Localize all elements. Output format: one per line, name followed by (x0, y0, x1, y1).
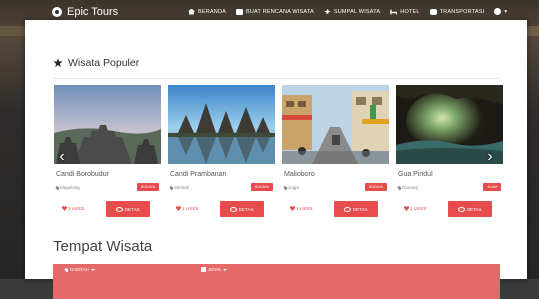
location-text: Jogja (288, 185, 299, 190)
card-location: Magelang (55, 185, 80, 190)
nav-label: BERANDA (198, 8, 226, 15)
category-badge: ALAM (483, 183, 501, 191)
filter-daerah[interactable]: DAERAH (64, 267, 95, 272)
detail-button[interactable]: DETAIL (220, 201, 264, 217)
bed-icon (390, 9, 398, 15)
card-image[interactable] (54, 85, 161, 164)
nav-label: SUMPAL WISATA (333, 8, 381, 15)
like-button[interactable]: 1 LIKES (290, 206, 313, 211)
heart-icon (404, 206, 409, 211)
like-button[interactable]: 1 LIKES (176, 206, 199, 211)
like-count: 1 LIKES (410, 206, 427, 211)
eye-icon (229, 206, 237, 212)
card-location: Gunung (397, 185, 419, 190)
detail-label: DETAIL (238, 206, 255, 212)
eye-icon (115, 206, 123, 212)
nav-item-user[interactable]: ▾ (494, 8, 507, 15)
card-image[interactable] (168, 85, 275, 164)
location-text: Sleman (174, 185, 190, 190)
places-title: Tempat Wisata (53, 238, 153, 255)
eye-icon (343, 206, 351, 212)
detail-button[interactable]: DETAIL (106, 201, 150, 217)
card-location: Jogja (283, 185, 299, 190)
main-panel: Wisata Populer Candi Borobudur Magelang … (25, 20, 527, 299)
category-badge: BUDAYA (365, 183, 387, 191)
filter-label: DAERAH (70, 267, 89, 272)
nav-label: ▾ (504, 8, 508, 15)
home-icon (188, 8, 195, 15)
heart-icon (176, 206, 181, 211)
card-location: Sleman (169, 185, 190, 190)
popular-title: Wisata Populer (68, 57, 140, 69)
nav-menu: BERANDA BUAT RENCANA WISATA SUMPAL WISAT… (188, 8, 507, 15)
eye-icon (457, 206, 465, 212)
detail-button[interactable]: DETAIL (448, 201, 492, 217)
like-button[interactable]: 3 LIKES (62, 206, 85, 211)
like-button[interactable]: 1 LIKES (404, 206, 427, 211)
location-text: Magelang (60, 185, 80, 190)
brand-icon (52, 7, 62, 17)
filter-label: JENIS (208, 267, 221, 272)
nav-item-beranda[interactable]: BERANDA (188, 8, 226, 15)
nav-label: HOTEL (400, 8, 420, 15)
carousel-next-arrow[interactable]: › (485, 148, 495, 166)
plan-icon (236, 8, 243, 15)
detail-label: DETAIL (124, 206, 141, 212)
category-badge: BUDAYA (251, 183, 273, 191)
filter-bar: DAERAH JENIS (53, 264, 500, 299)
detail-label: DETAIL (466, 206, 483, 212)
detail-button[interactable]: DETAIL (334, 201, 378, 217)
star-icon (53, 58, 63, 68)
heart-icon (290, 206, 295, 211)
detail-label: DETAIL (352, 206, 369, 212)
caret-down-icon (222, 268, 227, 271)
location-text: Gunung (402, 185, 419, 190)
heart-icon (62, 206, 67, 211)
filter-jenis[interactable]: JENIS (201, 267, 227, 272)
nav-label: BUAT RENCANA WISATA (246, 8, 314, 15)
nav-item-rencana[interactable]: BUAT RENCANA WISATA (236, 8, 314, 15)
card-name: Candi Borobudur (56, 171, 109, 178)
user-icon (494, 8, 502, 15)
plane-icon (323, 8, 331, 15)
like-count: 3 LIKES (68, 206, 85, 211)
nav-item-transportasi[interactable]: TRANSPORTASI (429, 8, 485, 15)
card-name: Candi Prambanan (170, 171, 227, 178)
nav-item-hotel[interactable]: HOTEL (390, 8, 419, 15)
nav-item-wisata[interactable]: SUMPAL WISATA (323, 8, 381, 15)
card-name: Malioboro (284, 171, 315, 178)
card-prambanan: Candi Prambanan Sleman BUDAYA 1 LIKES DE… (168, 85, 275, 232)
card-malioboro: Malioboro Jogja BUDAYA 1 LIKES DETAIL (282, 85, 389, 232)
like-count: 1 LIKES (296, 206, 313, 211)
brand-logo[interactable]: Epic Tours (52, 6, 118, 18)
divider (53, 78, 500, 79)
caret-down-icon (90, 268, 95, 271)
card-image[interactable] (282, 85, 389, 164)
grid-icon (201, 267, 206, 272)
location-pin-icon (64, 267, 69, 272)
bus-icon (429, 8, 437, 15)
popular-heading: Wisata Populer (53, 57, 139, 69)
card-name: Gua Pindul (398, 171, 433, 178)
card-borobudur: Candi Borobudur Magelang BUDAYA 3 LIKES … (54, 85, 161, 232)
category-badge: BUDAYA (137, 183, 159, 191)
like-count: 1 LIKES (182, 206, 199, 211)
nav-label: TRANSPORTASI (439, 8, 485, 15)
carousel-prev-arrow[interactable]: ‹ (57, 148, 67, 166)
brand-name: Epic Tours (67, 6, 119, 18)
